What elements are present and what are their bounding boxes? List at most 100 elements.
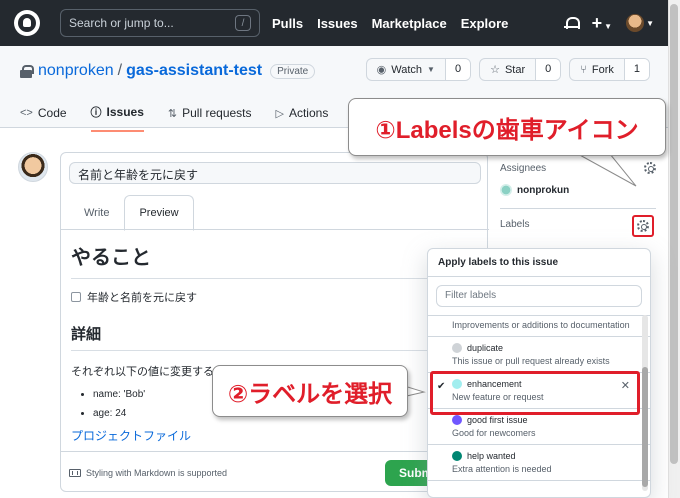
header-actions: + ▼ ▼	[563, 14, 654, 32]
label-description: Improvements or additions to documentati…	[452, 320, 630, 330]
code-icon: <>	[20, 107, 33, 119]
chevron-down-icon: ▼	[604, 22, 613, 31]
divider	[61, 229, 489, 230]
tab-pull-requests[interactable]: ⇅ Pull requests	[168, 104, 252, 132]
labels-scrollbar-thumb[interactable]	[642, 367, 648, 487]
notification-bell-icon[interactable]	[563, 16, 580, 30]
assignee[interactable]: nonprokun	[500, 184, 656, 196]
watch-button-group: ◉ Watch ▼ 0	[365, 58, 472, 81]
label-option-documentation[interactable]: Improvements or additions to documentati…	[428, 316, 650, 337]
github-logo-icon[interactable]	[14, 10, 40, 36]
task-checkbox[interactable]	[71, 292, 81, 302]
watch-button[interactable]: ◉ Watch ▼	[367, 59, 446, 80]
preview-heading-2: 詳細	[71, 323, 481, 351]
label-name: help wanted	[467, 451, 516, 461]
fork-button[interactable]: ⑂ Fork	[570, 59, 625, 80]
nav-marketplace[interactable]: Marketplace	[372, 16, 447, 31]
task-label: 年齢と名前を元に戻す	[87, 292, 197, 304]
label-description: Extra attention is needed	[452, 464, 552, 474]
watch-label: Watch	[391, 63, 423, 76]
nav-issues[interactable]: Issues	[317, 16, 357, 31]
user-menu-button[interactable]: ▼	[626, 14, 654, 32]
play-icon: ▷	[275, 107, 284, 120]
avatar	[500, 184, 512, 196]
nav-pulls[interactable]: Pulls	[272, 16, 303, 31]
watch-count[interactable]: 0	[445, 59, 471, 80]
fork-button-group: ⑂ Fork 1	[569, 58, 650, 81]
label-description: Good for newcomers	[452, 428, 536, 438]
divider	[61, 451, 489, 452]
labels-gear-highlight[interactable]	[632, 215, 654, 237]
global-header: Search or jump to... / Pulls Issues Mark…	[0, 0, 668, 46]
issue-opened-icon: ⓘ	[90, 107, 102, 119]
labels-heading: Labels	[500, 219, 530, 230]
callout-select-label: ②ラベルを選択	[212, 365, 408, 417]
star-button[interactable]: ☆ Star	[480, 59, 537, 80]
repo-tabs: <> Code ⓘ Issues ⇅ Pull requests ▷ Actions	[20, 104, 328, 132]
tab-issues[interactable]: ⓘ Issues	[90, 104, 144, 132]
assignees-section: Assignees nonprokun	[500, 152, 656, 209]
fork-icon: ⑂	[580, 63, 587, 76]
label-name: duplicate	[467, 343, 504, 353]
tab-code[interactable]: <> Code	[20, 104, 67, 132]
git-pull-request-icon: ⇅	[167, 107, 178, 120]
tab-code-label: Code	[37, 106, 67, 120]
label-option-duplicate[interactable]: duplicate This issue or pull request alr…	[428, 337, 650, 373]
tab-actions[interactable]: ▷ Actions	[276, 104, 329, 132]
tab-issues-label: Issues	[106, 105, 144, 119]
search-input[interactable]: Search or jump to... /	[60, 9, 260, 37]
preview-heading-1: やること	[71, 241, 481, 279]
fork-count[interactable]: 1	[624, 59, 649, 80]
callout-labels-gear: ①Labelsの歯車アイコン	[348, 98, 666, 156]
star-icon: ☆	[490, 64, 500, 76]
assignees-heading: Assignees	[500, 162, 547, 174]
label-description: This issue or pull request already exist…	[452, 356, 610, 366]
repo-separator: /	[117, 62, 123, 79]
markdown-icon	[69, 469, 81, 477]
repo-actions: ◉ Watch ▼ 0 ☆ Star 0 ⑂ Fork 1	[365, 58, 650, 81]
repo-name-link[interactable]: gas-assistant-test	[126, 62, 262, 80]
avatar	[18, 152, 48, 182]
labels-dropdown-title: Apply labels to this issue	[428, 249, 650, 277]
page-scrollbar-thumb[interactable]	[670, 4, 678, 464]
tab-actions-label: Actions	[288, 106, 329, 120]
assignee-name: nonprokun	[517, 184, 570, 196]
nav-explore[interactable]: Explore	[461, 16, 509, 31]
tab-preview[interactable]: Preview	[124, 195, 194, 231]
star-label: Star	[504, 63, 526, 76]
chevron-down-icon: ▼	[427, 65, 435, 74]
markdown-note-label[interactable]: Styling with Markdown is supported	[86, 468, 227, 478]
assignees-gear-icon[interactable]	[644, 162, 656, 174]
search-placeholder: Search or jump to...	[69, 16, 174, 30]
tab-write[interactable]: Write	[69, 195, 124, 231]
star-button-group: ☆ Star 0	[479, 58, 562, 81]
global-nav: Pulls Issues Marketplace Explore	[272, 16, 508, 31]
chevron-down-icon: ▼	[646, 18, 654, 28]
label-option-help-wanted[interactable]: help wanted Extra attention is needed	[428, 445, 650, 481]
star-count[interactable]: 0	[536, 59, 561, 80]
repo-owner-link[interactable]: nonproken	[38, 62, 114, 80]
markdown-note: Styling with Markdown is supported	[69, 468, 227, 478]
label-color-dot	[452, 343, 462, 353]
tab-pull-requests-label: Pull requests	[182, 106, 252, 120]
slash-key-icon: /	[235, 15, 251, 31]
page-scrollbar[interactable]	[668, 0, 680, 498]
label-color-dot	[452, 451, 462, 461]
labels-gear-icon[interactable]	[637, 220, 649, 232]
issue-title-input[interactable]: 名前と年齢を元に戻す	[69, 162, 481, 184]
editor-tabs: Write Preview	[69, 195, 194, 231]
create-new-button[interactable]: + ▼	[592, 14, 612, 32]
avatar	[626, 14, 645, 32]
fork-label: Fork	[591, 63, 614, 76]
label-name: good first issue	[467, 415, 528, 425]
project-file-link[interactable]: プロジェクトファイル	[71, 427, 481, 444]
enhancement-highlight	[430, 371, 640, 415]
task-list-item: 年齢と名前を元に戻す	[71, 289, 481, 305]
visibility-badge: Private	[270, 63, 316, 79]
new-issue-form: 名前と年齢を元に戻す Write Preview やること 年齢と名前を元に戻す…	[60, 152, 493, 492]
lock-icon	[20, 65, 34, 78]
repo-title: nonproken / gas-assistant-test Private	[20, 62, 316, 80]
eye-icon: ◉	[376, 64, 387, 76]
label-color-dot	[452, 415, 462, 425]
filter-labels-input[interactable]: Filter labels	[436, 285, 642, 307]
